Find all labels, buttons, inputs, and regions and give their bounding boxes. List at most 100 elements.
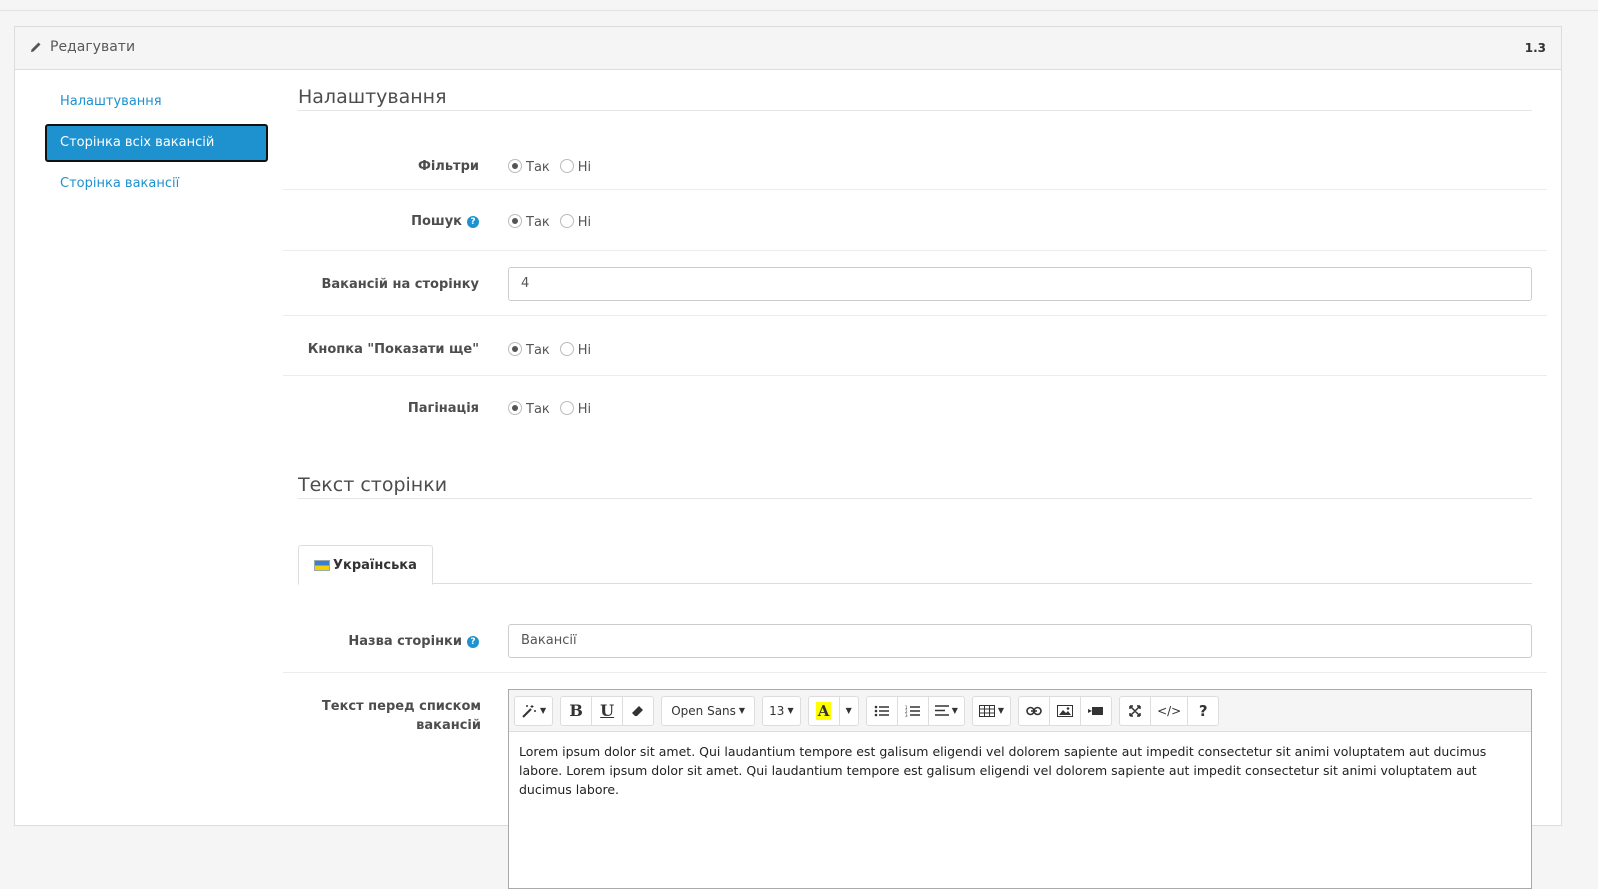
pagination-yes-radio[interactable]: Так bbox=[508, 400, 550, 417]
show-more-yes-label: Так bbox=[526, 343, 550, 358]
sidebar-item-settings[interactable]: Налаштування bbox=[45, 83, 268, 121]
pagination-no-radio[interactable]: Ні bbox=[559, 400, 592, 417]
show-more-radio-group: Так Ні bbox=[508, 341, 601, 358]
tab-ukrainian[interactable]: Українська bbox=[298, 545, 433, 585]
search-row: Пошук? Так Ні bbox=[283, 191, 1547, 251]
radio-unchecked-icon bbox=[559, 341, 574, 356]
eraser-icon bbox=[632, 705, 644, 716]
search-yes-label: Так bbox=[526, 215, 550, 230]
table-icon bbox=[978, 704, 995, 717]
radio-unchecked-icon bbox=[559, 213, 574, 228]
show-more-row: Кнопка "Показати ще" Так Ні bbox=[283, 317, 1547, 376]
page-text-legend: Текст сторінки bbox=[298, 474, 1532, 499]
bold-button[interactable]: B bbox=[560, 695, 593, 726]
editor-content[interactable]: Lorem ipsum dolor sit amet. Qui laudanti… bbox=[509, 732, 1531, 809]
table-button[interactable]: ▼ bbox=[971, 695, 1012, 726]
radio-unchecked-icon bbox=[559, 400, 574, 415]
search-yes-radio[interactable]: Так bbox=[508, 213, 550, 230]
eraser-button[interactable] bbox=[622, 695, 655, 726]
sidebar-item-all-vacancies-page[interactable]: Сторінка всіх вакансій bbox=[45, 124, 268, 162]
caret-down-icon: ▼ bbox=[845, 706, 852, 715]
link-icon bbox=[1026, 706, 1042, 715]
ukraine-flag-icon bbox=[314, 559, 330, 571]
pagination-row: Пагінація Так Ні bbox=[283, 377, 1547, 437]
settings-legend: Налаштування bbox=[298, 86, 1532, 111]
language-tabs: Українська bbox=[298, 545, 1532, 585]
panel-title-text: Редагувати bbox=[50, 39, 136, 55]
edit-panel: Редагувати 1.3 Налаштування Сторінка всі… bbox=[14, 26, 1562, 889]
page-name-label-text: Назва сторінки bbox=[348, 634, 462, 649]
per-page-input[interactable]: 4 bbox=[508, 267, 1532, 301]
text-color-dropdown[interactable]: ▼ bbox=[838, 695, 859, 726]
font-family-select[interactable]: Open Sans ▼ bbox=[661, 695, 756, 726]
page-name-row: Назва сторінки? Вакансії bbox=[283, 611, 1547, 673]
radio-checked-icon bbox=[508, 341, 522, 356]
magic-style-button[interactable]: ▼ bbox=[514, 695, 554, 726]
unordered-list-button[interactable] bbox=[865, 695, 898, 726]
sidebar-item-vacancy-page[interactable]: Сторінка вакансії bbox=[45, 165, 268, 203]
highlight-icon: A bbox=[815, 701, 832, 720]
show-more-no-label: Ні bbox=[577, 343, 592, 358]
per-page-row: Вакансій на сторінку 4 bbox=[283, 252, 1547, 316]
panel-heading: Редагувати 1.3 bbox=[15, 27, 1561, 70]
search-no-radio[interactable]: Ні bbox=[559, 213, 592, 230]
fullscreen-button[interactable] bbox=[1119, 695, 1152, 726]
editor-help-button[interactable]: ? bbox=[1187, 695, 1220, 726]
filters-yes-label: Так bbox=[526, 160, 550, 175]
pencil-icon bbox=[31, 42, 41, 52]
list-ol-icon: 123 bbox=[905, 705, 920, 717]
paragraph-align-button[interactable]: ▼ bbox=[927, 695, 965, 726]
radio-checked-icon bbox=[508, 400, 522, 415]
expand-icon bbox=[1129, 704, 1141, 717]
codeview-button[interactable]: </> bbox=[1150, 695, 1189, 726]
sidebar: Налаштування Сторінка всіх вакансій Стор… bbox=[45, 83, 268, 206]
editor-toolbar: ▼ B U Open Sans ▼ 13 ▼ A ▼ 1 2 3 ▼ ▼ </>… bbox=[509, 690, 1531, 732]
panel-title: Редагувати bbox=[30, 39, 135, 55]
radio-unchecked-icon bbox=[559, 158, 574, 173]
page-name-label: Назва сторінки? bbox=[348, 634, 479, 649]
search-no-label: Ні bbox=[577, 215, 592, 230]
rich-text-editor: ▼ B U Open Sans ▼ 13 ▼ A ▼ 1 2 3 ▼ ▼ </>… bbox=[508, 689, 1532, 889]
svg-text:3: 3 bbox=[905, 713, 908, 717]
font-size-select[interactable]: 13 ▼ bbox=[762, 695, 801, 726]
list-ul-icon bbox=[874, 705, 889, 716]
filters-row: Фільтри Так Ні bbox=[283, 148, 1547, 190]
help-icon[interactable]: ? bbox=[467, 635, 479, 648]
font-family-value: Open Sans bbox=[671, 703, 736, 718]
pagination-yes-label: Так bbox=[526, 402, 550, 417]
font-size-value: 13 bbox=[769, 703, 785, 718]
tab-ukrainian-label: Українська bbox=[333, 557, 417, 573]
intro-text-label: Текст перед списком вакансій bbox=[321, 699, 481, 733]
filters-no-label: Ні bbox=[577, 160, 592, 175]
radio-checked-icon bbox=[508, 158, 522, 173]
show-more-label: Кнопка "Показати ще" bbox=[307, 342, 479, 357]
picture-icon bbox=[1057, 704, 1074, 717]
pagination-label: Пагінація bbox=[407, 401, 479, 416]
show-more-yes-radio[interactable]: Так bbox=[508, 341, 550, 358]
top-bar bbox=[0, 0, 1598, 11]
video-icon bbox=[1088, 706, 1104, 715]
filters-radio-group: Так Ні bbox=[508, 158, 601, 175]
magic-wand-icon bbox=[522, 704, 536, 718]
text-color-button[interactable]: A bbox=[807, 695, 840, 726]
page-name-input[interactable]: Вакансії bbox=[508, 624, 1532, 658]
ordered-list-button[interactable]: 123 bbox=[896, 695, 929, 726]
underline-button[interactable]: U bbox=[591, 695, 624, 726]
search-radio-group: Так Ні bbox=[508, 213, 601, 230]
filters-label: Фільтри bbox=[417, 159, 479, 174]
link-button[interactable] bbox=[1018, 695, 1051, 726]
search-label: Пошук? bbox=[411, 214, 479, 229]
filters-yes-radio[interactable]: Так bbox=[508, 158, 550, 175]
radio-checked-icon bbox=[508, 213, 522, 228]
filters-no-radio[interactable]: Ні bbox=[559, 158, 592, 175]
align-left-icon bbox=[934, 705, 949, 716]
image-button[interactable] bbox=[1049, 695, 1082, 726]
pagination-no-label: Ні bbox=[577, 402, 592, 417]
version-label: 1.3 bbox=[1524, 41, 1546, 55]
per-page-label: Вакансій на сторінку bbox=[321, 277, 479, 292]
help-icon[interactable]: ? bbox=[467, 215, 479, 228]
video-button[interactable] bbox=[1080, 695, 1113, 726]
search-label-text: Пошук bbox=[411, 214, 462, 229]
show-more-no-radio[interactable]: Ні bbox=[559, 341, 592, 358]
pagination-radio-group: Так Ні bbox=[508, 400, 601, 417]
